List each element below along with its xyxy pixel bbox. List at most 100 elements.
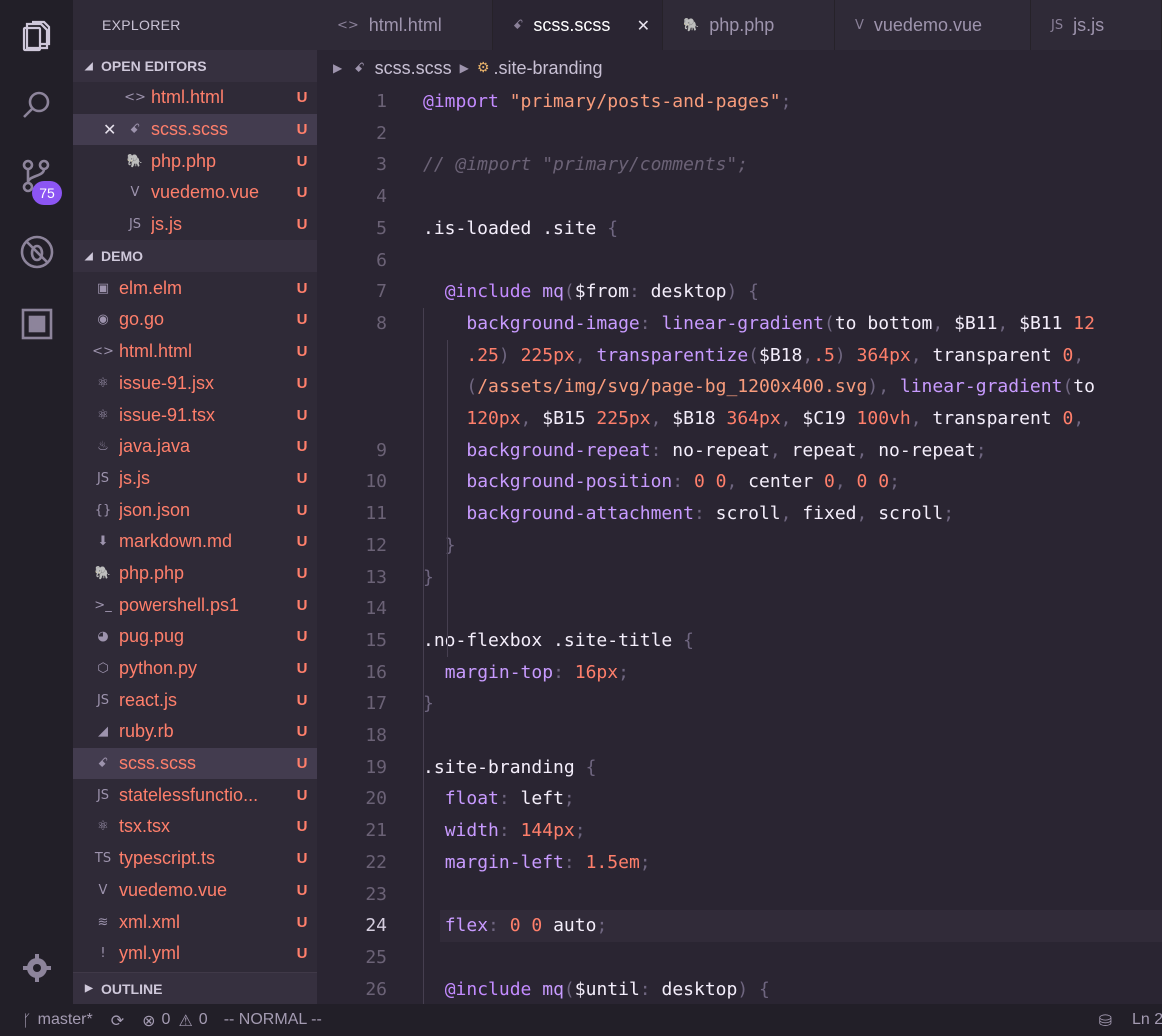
file-item[interactable]: ⬇ markdown.md U [73, 526, 317, 558]
code-token: $B15 [531, 408, 597, 429]
tab-html-html[interactable]: <> html.html [317, 0, 493, 50]
tab-label: js.js [1073, 14, 1105, 35]
code-line[interactable]: .is-loaded .site { [423, 213, 618, 245]
search-icon[interactable] [0, 78, 73, 134]
file-item[interactable]: ◉ go.go U [73, 304, 317, 336]
code-line[interactable]: .25) 225px, transparentize($B18,.5) 364p… [423, 340, 1084, 372]
code-token: ( [1062, 376, 1074, 398]
tab-scss-scss[interactable]: ꗃ scss.scss ✕ [493, 0, 663, 50]
code-line[interactable]: (/assets/img/svg/page-bg_1200x400.svg), … [423, 371, 1095, 403]
code-line[interactable]: margin-top: 16px; [423, 657, 629, 689]
problems-indicator[interactable]: ⊗ 0 ⚠ 0 [142, 1011, 208, 1030]
line-number [317, 371, 387, 403]
file-item[interactable]: ꗃ scss.scss U [73, 747, 317, 780]
sync-icon[interactable]: ⟳ [111, 1011, 124, 1030]
branch-indicator[interactable]: ᚴ master* [22, 1011, 93, 1030]
cursor-position[interactable]: Ln 2 [1132, 1011, 1162, 1029]
file-item[interactable]: ⚛ issue-91.jsx U [73, 368, 317, 400]
code-editor[interactable]: 1 2 3 4 5 6 7 8 9 10 11 12 13 14 15 16 17 18 19 20 21 22 23 24 2… [317, 86, 1162, 1004]
code-line[interactable]: // @import "primary/comments"; [423, 149, 748, 181]
file-item[interactable]: ✕ ꗃ scss.scss U [73, 113, 317, 146]
code-line[interactable]: .site-branding { [423, 752, 596, 784]
code-line[interactable]: } [423, 530, 456, 562]
database-icon[interactable]: ⛁ [1099, 1011, 1112, 1030]
code-token: ) [867, 376, 879, 398]
file-item[interactable]: TS typescript.ts U [73, 843, 317, 875]
tab-php-php[interactable]: 🐘 php.php [663, 0, 835, 50]
file-item[interactable]: 🐘 php.php U [73, 145, 317, 177]
code-line[interactable]: } [423, 688, 434, 720]
git-status-badge: U [296, 374, 308, 392]
code-line[interactable]: background-repeat: no-repeat, repeat, no… [423, 435, 986, 467]
file-item[interactable]: Vvuedemo.vue U [73, 177, 317, 209]
open-editors-header[interactable]: ◢ OPEN EDITORS [73, 50, 317, 82]
close-icon[interactable]: ✕ [103, 120, 116, 139]
file-item[interactable]: ◕ pug.pug U [73, 621, 317, 653]
extensions-icon[interactable] [0, 296, 73, 352]
git-status-badge: U [296, 913, 308, 931]
code-line[interactable]: float: left; [423, 783, 575, 815]
code-line[interactable]: background-image: linear-gradient(to bot… [423, 308, 1095, 340]
file-item[interactable]: ⬡ python.py U [73, 653, 317, 685]
code-area[interactable]: @import "primary/posts-and-pages"; // @im… [423, 86, 1162, 1004]
file-item[interactable]: Vvuedemo.vue U [73, 875, 317, 907]
file-name: java.java [119, 436, 191, 457]
code-line[interactable]: background-position: 0 0, center 0, 0 0; [423, 466, 900, 498]
file-item[interactable]: <> html.html U [73, 336, 317, 368]
code-token: , [780, 503, 792, 525]
code-line[interactable]: @include mq($from: desktop) { [423, 276, 759, 308]
file-item[interactable]: JS js.js U [73, 209, 317, 241]
debug-icon[interactable] [0, 224, 73, 280]
file-item[interactable]: ! yml.yml U [73, 938, 317, 970]
file-item[interactable]: {} json.json U [73, 494, 317, 526]
code-token: , [650, 408, 662, 429]
tab-label: scss.scss [533, 14, 611, 35]
code-line[interactable]: background-attachment: scroll, fixed, sc… [423, 498, 954, 530]
code-token: , [780, 408, 792, 429]
breadcrumb-symbol[interactable]: .site-branding [493, 58, 602, 79]
file-type-icon: JS [96, 692, 110, 708]
outline-header[interactable]: ▶ OUTLINE [73, 972, 317, 1004]
breadcrumb-file[interactable]: scss.scss [375, 58, 452, 79]
code-line[interactable]: @include mq($until: desktop) { [423, 974, 770, 1004]
code-line[interactable]: flex: 0 0 auto; [423, 910, 608, 942]
tab-js-js[interactable]: JS js.js [1031, 0, 1162, 50]
code-line[interactable]: } [423, 562, 434, 594]
demo-folder-header[interactable]: ◢ DEMO [73, 240, 317, 273]
file-item[interactable]: ⚛ issue-91.tsx U [73, 399, 317, 431]
breadcrumb-toggle-icon[interactable]: ▶ [333, 61, 342, 75]
file-item[interactable]: ≋ xml.xml U [73, 906, 317, 938]
file-item[interactable]: JS react.js U [73, 684, 317, 716]
code-token: // @import "primary/comments"; [423, 154, 749, 176]
file-item[interactable]: ▣ elm.elm U [73, 272, 317, 304]
code-line[interactable]: @import "primary/posts-and-pages"; [423, 86, 791, 118]
code-line[interactable]: 120px, $B15 225px, $B18 364px, $C19 100v… [423, 403, 1084, 435]
code-token: ; [563, 788, 575, 810]
line-number: 25 [365, 946, 387, 968]
tab-label: php.php [709, 14, 775, 35]
file-item[interactable]: JS js.js U [73, 463, 317, 495]
file-item[interactable]: <> html.html U [73, 82, 317, 114]
file-item[interactable]: JS statelessfunctio... U [73, 779, 317, 811]
file-item[interactable]: 🐘 php.php U [73, 558, 317, 590]
file-item[interactable]: ♨ java.java U [73, 431, 317, 463]
line-number: 1 [376, 91, 387, 112]
file-item[interactable]: ◢ ruby.rb U [73, 716, 317, 748]
code-line[interactable]: margin-left: 1.5em; [423, 847, 651, 879]
close-tab-icon[interactable]: ✕ [637, 16, 650, 35]
code-token: width [444, 820, 499, 842]
file-type-icon: 🐘 [126, 153, 144, 169]
code-line[interactable]: width: 144px; [423, 815, 586, 847]
code-token: ( [563, 978, 575, 1000]
code-line[interactable]: .no-flexbox .site-title { [423, 625, 694, 657]
settings-gear-icon[interactable] [0, 940, 73, 996]
tab-vuedemo-vue[interactable]: Vvuedemo.vue [835, 0, 1031, 50]
code-token: 364px [856, 344, 911, 366]
file-item[interactable]: ⚛ tsx.tsx U [73, 811, 317, 843]
code-token: to bottom [834, 312, 933, 334]
explorer-icon[interactable] [0, 8, 73, 64]
file-item[interactable]: >_ powershell.ps1 U [73, 589, 317, 621]
